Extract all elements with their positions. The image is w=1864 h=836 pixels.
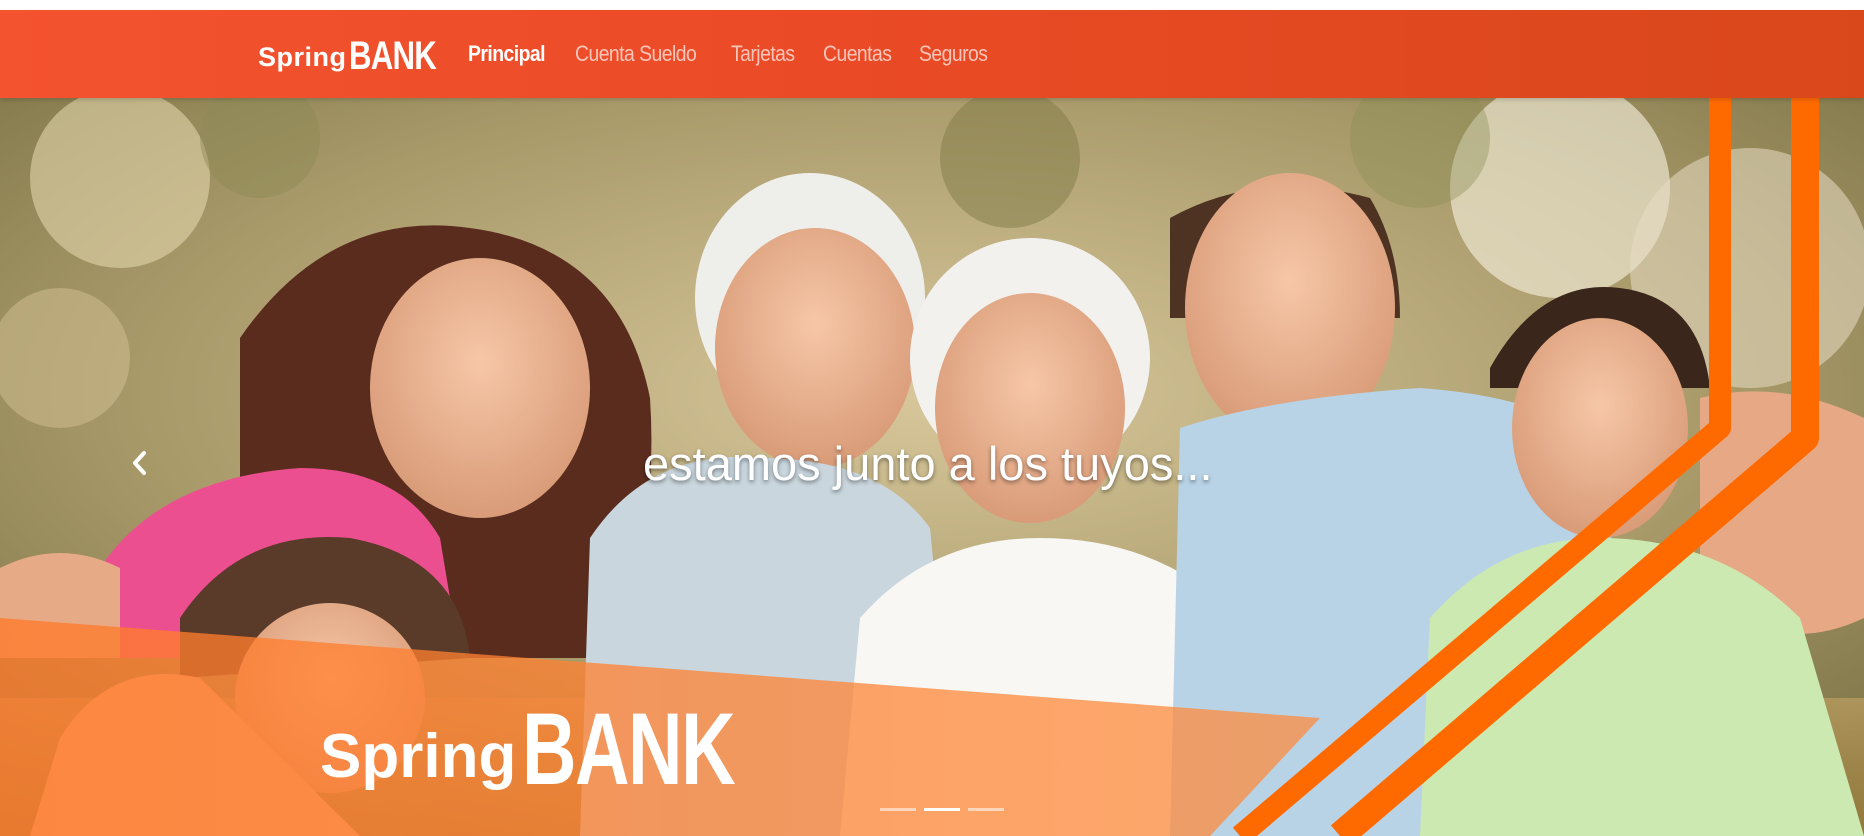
hero-logo-spring: Spring — [320, 722, 517, 791]
carousel-indicator-3[interactable] — [968, 808, 1004, 811]
carousel-indicators — [880, 808, 1004, 811]
chevron-left-icon — [133, 451, 146, 475]
carousel-indicator-1[interactable] — [880, 808, 916, 811]
nav-item-principal[interactable]: Principal — [468, 41, 546, 67]
carousel-prev-button[interactable] — [124, 443, 154, 483]
nav-item-cuenta-sueldo[interactable]: Cuenta Sueldo — [575, 41, 697, 67]
brand-logo-spring: Spring — [258, 42, 347, 72]
nav-item-tarjetas[interactable]: Tarjetas — [731, 41, 795, 67]
page: Spring BANK Principal Cuenta Sueldo Tarj… — [0, 0, 1864, 836]
carousel-indicator-2[interactable] — [924, 808, 960, 811]
nav-item-seguros[interactable]: Seguros — [919, 41, 988, 67]
brand-logo-bank: BANK — [348, 34, 437, 78]
hero-headline: estamos junto a los tuyos... — [643, 437, 1213, 490]
top-navbar: Spring BANK Principal Cuenta Sueldo Tarj… — [0, 10, 1864, 98]
hero-logo-bank: BANK — [522, 692, 736, 806]
brand-logo[interactable]: Spring BANK — [258, 36, 460, 76]
hero-carousel: estamos junto a los tuyos... Spring BANK — [0, 98, 1864, 836]
hero-brand-logo: Spring BANK — [320, 698, 809, 800]
nav-item-cuentas[interactable]: Cuentas — [823, 41, 892, 67]
main-nav: Principal Cuenta Sueldo Tarjetas Cuentas… — [468, 10, 1016, 98]
